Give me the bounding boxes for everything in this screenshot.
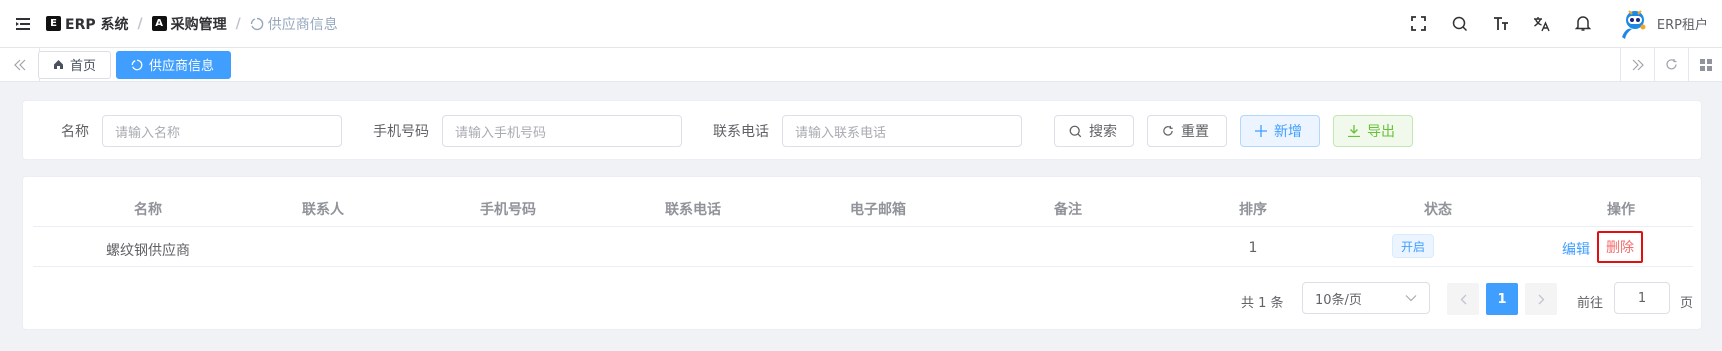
- column-header-phone: 联系电话: [665, 202, 721, 218]
- refresh-icon: [1162, 125, 1174, 137]
- purchase-logo-icon: A: [151, 16, 167, 31]
- tags-actions: [1620, 47, 1722, 82]
- search-icon[interactable]: [1442, 0, 1478, 48]
- tab-supplier-info[interactable]: 供应商信息: [116, 50, 232, 79]
- prev-page-button[interactable]: [1447, 283, 1479, 315]
- delete-link-highlight[interactable]: 删除: [1597, 231, 1643, 263]
- search-form-card: 名称 请输入名称 手机号码 请输入手机号码 联系电话 请输入联系电话 搜索 重置…: [22, 100, 1702, 160]
- breadcrumb-separator: /: [137, 15, 143, 32]
- supplier-table-card: 名称 联系人 手机号码 联系电话 电子邮箱 备注 排序 状态 操作 螺纹钢供应商…: [22, 176, 1702, 330]
- column-header-remark: 备注: [1054, 202, 1082, 218]
- page-size-select[interactable]: 10条/页: [1302, 282, 1430, 314]
- column-header-status: 状态: [1424, 202, 1452, 218]
- hamburger-menu-icon[interactable]: [0, 0, 46, 48]
- row-divider: [33, 266, 1693, 267]
- page-number-button[interactable]: 1: [1486, 283, 1518, 315]
- plus-icon: [1255, 125, 1267, 137]
- phone-input[interactable]: 请输入联系电话: [782, 115, 1022, 147]
- fullscreen-icon[interactable]: [1401, 0, 1437, 48]
- breadcrumb-item-supplier: 供应商信息: [250, 14, 338, 34]
- name-input[interactable]: 请输入名称: [102, 115, 342, 147]
- export-button[interactable]: 导出: [1333, 115, 1413, 147]
- top-navbar: E ERP 系统 / A 采购管理 / 供应商信息 ERP租户: [0, 0, 1722, 48]
- loading-icon: [250, 17, 264, 31]
- goto-page-input[interactable]: 1: [1614, 282, 1670, 314]
- scroll-right-icon[interactable]: [1620, 47, 1654, 82]
- header-divider: [33, 226, 1693, 227]
- goto-label: 前往: [1577, 296, 1604, 311]
- loading-icon: [131, 59, 143, 71]
- translate-icon[interactable]: [1524, 0, 1560, 48]
- mobile-input[interactable]: 请输入手机号码: [442, 115, 682, 147]
- header-toolbar: ERP租户: [1396, 0, 1722, 48]
- tags-view: 首页 供应商信息: [0, 47, 1722, 82]
- next-page-button[interactable]: [1525, 283, 1557, 315]
- download-icon: [1348, 125, 1360, 137]
- grid-menu-icon[interactable]: [1688, 47, 1722, 82]
- column-header-email: 电子邮箱: [850, 202, 906, 218]
- edit-link[interactable]: 编辑: [1562, 239, 1590, 259]
- search-button[interactable]: 搜索: [1054, 115, 1134, 147]
- column-header-sort: 排序: [1239, 202, 1267, 218]
- scroll-left-icon[interactable]: [0, 47, 40, 82]
- column-header-name: 名称: [134, 202, 162, 218]
- mobile-label: 手机号码: [373, 124, 429, 140]
- font-size-icon[interactable]: [1483, 0, 1519, 48]
- tab-home[interactable]: 首页: [38, 50, 112, 79]
- refresh-icon[interactable]: [1654, 47, 1688, 82]
- phone-label: 联系电话: [713, 124, 769, 140]
- column-header-actions: 操作: [1607, 202, 1635, 218]
- pagination-total: 共 1 条: [1241, 296, 1284, 311]
- bell-icon[interactable]: [1565, 0, 1601, 48]
- column-header-contact: 联系人: [302, 202, 344, 218]
- delete-link[interactable]: 删除: [1606, 237, 1634, 257]
- breadcrumb-item-erp[interactable]: E ERP 系统: [46, 14, 128, 34]
- column-header-mobile: 手机号码: [480, 202, 536, 218]
- reset-button[interactable]: 重置: [1147, 115, 1227, 147]
- search-icon: [1069, 125, 1082, 138]
- user-name[interactable]: ERP租户: [1657, 14, 1708, 33]
- status-badge: 开启: [1392, 234, 1435, 258]
- avatar[interactable]: [1615, 6, 1651, 42]
- add-button[interactable]: 新增: [1240, 115, 1320, 147]
- chevron-down-icon: [1405, 294, 1417, 302]
- breadcrumb-separator: /: [235, 15, 241, 32]
- cell-name: 螺纹钢供应商: [106, 243, 190, 259]
- name-label: 名称: [61, 124, 89, 140]
- page-suffix-label: 页: [1680, 296, 1694, 311]
- breadcrumb-item-purchase[interactable]: A 采购管理: [151, 14, 227, 34]
- breadcrumb: E ERP 系统 / A 采购管理 / 供应商信息: [46, 14, 338, 34]
- erp-logo-icon: E: [46, 16, 61, 31]
- home-icon: [53, 59, 64, 70]
- cell-sort: 1: [1248, 240, 1258, 256]
